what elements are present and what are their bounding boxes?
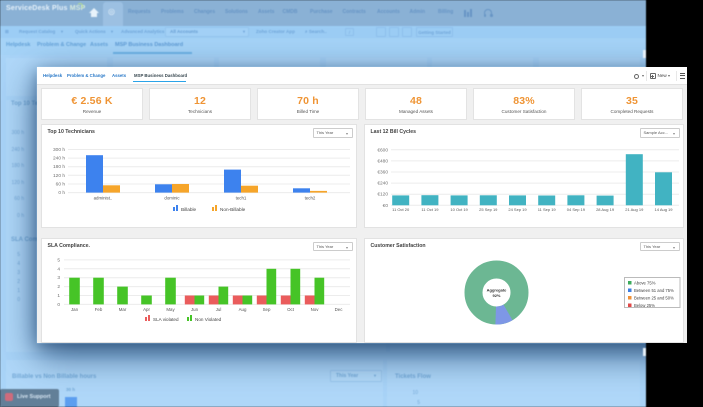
svg-text:92%: 92% xyxy=(492,293,500,298)
svg-text:Aggregate: Aggregate xyxy=(486,287,507,292)
svg-text:€600: €600 xyxy=(377,147,388,153)
svg-text:Billable: Billable xyxy=(181,207,197,212)
svg-text:May: May xyxy=(166,307,175,312)
svg-text:Between 51 and 75%: Between 51 and 75% xyxy=(634,288,674,293)
svg-text:€480: €480 xyxy=(377,158,388,164)
svg-text:Nov: Nov xyxy=(310,307,319,312)
svg-text:Apr: Apr xyxy=(143,307,150,312)
svg-text:24 Sep 19: 24 Sep 19 xyxy=(508,207,527,212)
svg-text:5: 5 xyxy=(57,257,60,263)
svg-text:11 Sep 19: 11 Sep 19 xyxy=(537,207,556,212)
svg-text:11 Oct 19: 11 Oct 19 xyxy=(421,207,439,212)
svg-text:Above 75%: Above 75% xyxy=(634,280,656,285)
svg-text:€0: €0 xyxy=(382,203,388,209)
svg-text:€240: €240 xyxy=(377,181,388,187)
svg-text:dominic: dominic xyxy=(164,196,180,201)
svg-text:Non Violated: Non Violated xyxy=(195,317,222,322)
svg-text:€120: €120 xyxy=(377,192,388,198)
svg-text:14 Aug 19: 14 Aug 19 xyxy=(654,207,673,212)
svg-text:Between 25 and 50%: Between 25 and 50% xyxy=(634,295,674,300)
svg-text:04 Sep 19: 04 Sep 19 xyxy=(566,207,585,212)
svg-text:28 Aug 19: 28 Aug 19 xyxy=(596,207,615,212)
svg-text:10 Oct 19: 10 Oct 19 xyxy=(450,207,468,212)
svg-text:120 h: 120 h xyxy=(52,173,64,179)
svg-text:Jul: Jul xyxy=(215,307,221,312)
svg-text:Oct: Oct xyxy=(287,307,295,312)
svg-text:Jun: Jun xyxy=(190,307,198,312)
svg-text:Sep: Sep xyxy=(262,307,270,312)
svg-text:Non-Billable: Non-Billable xyxy=(220,207,246,212)
svg-text:tech2: tech2 xyxy=(304,196,315,201)
svg-text:Aug: Aug xyxy=(238,307,246,312)
svg-text:administ..: administ.. xyxy=(93,196,112,201)
svg-text:€360: €360 xyxy=(377,170,388,176)
svg-text:Jan: Jan xyxy=(70,307,78,312)
svg-text:Below 25%: Below 25% xyxy=(634,303,655,308)
svg-text:240 h: 240 h xyxy=(52,156,64,162)
svg-text:11 Oct 20: 11 Oct 20 xyxy=(392,207,410,212)
svg-text:180 h: 180 h xyxy=(52,164,64,170)
svg-text:0: 0 xyxy=(57,301,60,307)
svg-text:Dec: Dec xyxy=(334,307,343,312)
svg-text:SLA violated: SLA violated xyxy=(153,317,179,322)
svg-text:4: 4 xyxy=(57,266,60,272)
svg-text:21 Aug 19: 21 Aug 19 xyxy=(625,207,644,212)
svg-text:2: 2 xyxy=(57,284,60,290)
svg-text:0 h: 0 h xyxy=(58,190,65,196)
svg-text:Feb: Feb xyxy=(94,307,102,312)
svg-text:25 Sep 19: 25 Sep 19 xyxy=(479,207,498,212)
svg-text:3: 3 xyxy=(57,275,60,281)
svg-text:Mar: Mar xyxy=(118,307,126,312)
svg-text:tech1: tech1 xyxy=(235,196,246,201)
svg-text:300 h: 300 h xyxy=(52,147,64,153)
svg-text:1: 1 xyxy=(57,293,60,299)
svg-text:60 h: 60 h xyxy=(55,181,65,187)
